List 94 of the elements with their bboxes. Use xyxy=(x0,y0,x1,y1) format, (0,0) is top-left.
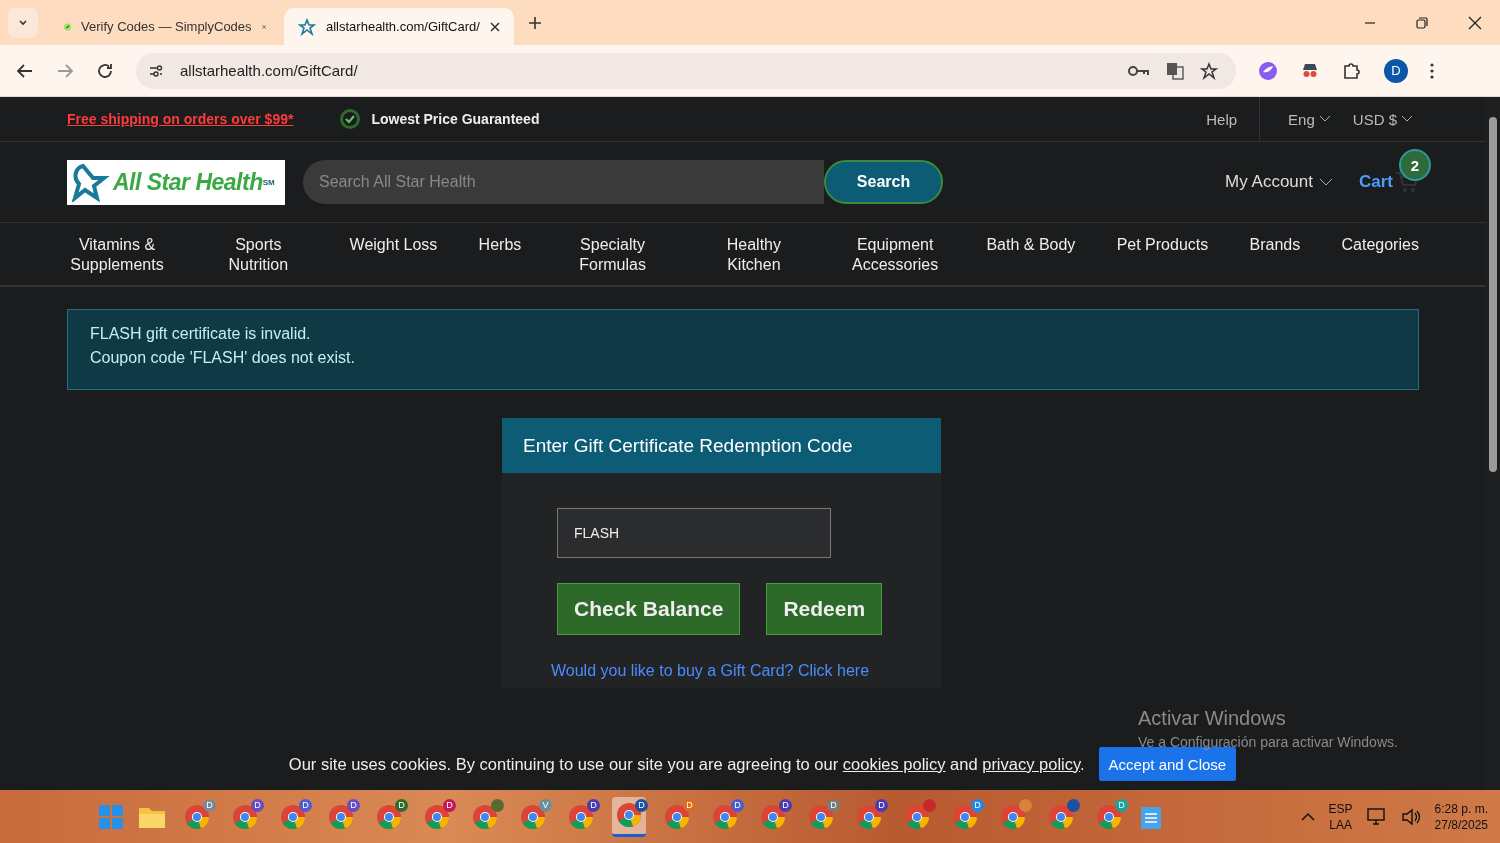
new-tab-icon[interactable] xyxy=(528,15,542,30)
browser-taskbar-button[interactable]: D xyxy=(420,796,454,837)
star-logo-icon xyxy=(298,17,316,36)
browser-taskbar-button[interactable]: D xyxy=(372,796,406,837)
search-button[interactable]: Search xyxy=(824,160,943,204)
close-icon[interactable] xyxy=(1468,15,1482,30)
browser-taskbar-button[interactable]: D xyxy=(852,796,886,837)
caret-icon xyxy=(1319,178,1333,186)
browser-taskbar-button[interactable]: D xyxy=(228,796,262,837)
code-field[interactable]: FLASH xyxy=(557,508,831,558)
nav-item[interactable]: Bath & Body xyxy=(986,235,1076,255)
nav-item[interactable]: Weight Loss xyxy=(349,235,438,255)
browser-taskbar-button[interactable]: D xyxy=(564,796,598,837)
star-icon[interactable] xyxy=(1200,61,1218,80)
browser-taskbar-button[interactable]: V xyxy=(516,796,550,837)
activation-title: Activar Windows xyxy=(1138,707,1287,730)
browser-taskbar-button[interactable]: D xyxy=(804,796,838,837)
guarantee-text: Lowest Price Guaranteed xyxy=(371,111,540,127)
profile-badge: V xyxy=(539,798,552,812)
start-icon[interactable] xyxy=(98,803,124,830)
caret-icon xyxy=(1401,115,1413,123)
help-link[interactable]: Help xyxy=(1206,110,1250,128)
clock-date[interactable]: 27/8/2025 xyxy=(1434,816,1488,833)
clock-time[interactable]: 6:28 p. m. xyxy=(1434,800,1488,817)
nav-item[interactable]: Specialty Formulas xyxy=(562,235,663,275)
language-code[interactable]: ESP xyxy=(1328,800,1353,817)
profile-badge: D xyxy=(251,798,264,812)
extension-icon[interactable] xyxy=(1258,60,1278,81)
cart-count-badge: 2 xyxy=(1399,149,1431,181)
error-message: Coupon code 'FLASH' does not exist. xyxy=(90,349,356,367)
profile-badge: D xyxy=(203,798,216,812)
currency-dropdown[interactable]: USD $ xyxy=(1346,109,1419,129)
chevron-up-icon[interactable] xyxy=(1300,811,1315,822)
profile-badge: D xyxy=(779,798,792,812)
profile-badge: D xyxy=(347,798,360,812)
keyboard-layout[interactable]: LAA xyxy=(1329,816,1352,833)
browser-taskbar-button[interactable]: D xyxy=(756,796,790,837)
profile-badge: D xyxy=(683,798,696,812)
activation-text: Ve a Configuración para activar Windows. xyxy=(1138,734,1398,750)
search-field[interactable]: Search All Star Health xyxy=(303,160,824,204)
profile-badge: D xyxy=(875,798,888,812)
redeem-button[interactable]: Redeem xyxy=(766,583,883,635)
profile-badge: D xyxy=(971,798,984,812)
cart-link[interactable]: Cart xyxy=(1359,172,1393,192)
menu-icon[interactable] xyxy=(1430,62,1434,79)
profile-badge: D xyxy=(731,798,744,812)
cookies-policy-link[interactable]: cookies policy xyxy=(842,754,946,773)
profile-badge: D xyxy=(443,798,456,812)
privacy-policy-link[interactable]: privacy policy xyxy=(982,754,1080,773)
nav-item[interactable]: Herbs xyxy=(478,235,522,255)
browser-taskbar-button[interactable]: D xyxy=(276,796,310,837)
nav-item[interactable]: Pet Products xyxy=(1116,235,1209,255)
forward-icon[interactable] xyxy=(56,61,74,80)
browser-taskbar-button[interactable]: D xyxy=(708,796,742,837)
profile-badge: D xyxy=(587,798,600,812)
key-icon[interactable] xyxy=(1128,63,1150,78)
profile-avatar[interactable]: D xyxy=(1384,58,1408,83)
store-logo[interactable]: All Star Health$^{SM}$ xyxy=(67,159,285,205)
nav-item[interactable]: Equipment Accessories xyxy=(845,235,946,275)
buy-gift-card-link[interactable]: Would you like to buy a Gift Card? Click here xyxy=(551,662,941,680)
browser-taskbar-button[interactable]: D xyxy=(324,796,358,837)
site-settings-icon[interactable] xyxy=(148,62,164,79)
reload-icon[interactable] xyxy=(96,61,114,80)
close-icon[interactable] xyxy=(490,21,500,32)
error-message: FLASH gift certificate is invalid. xyxy=(90,325,312,343)
panel-header: Enter Gift Certificate Redemption Code xyxy=(502,418,941,473)
profile-badge: D xyxy=(395,798,408,812)
browser-tab[interactable]: allstarhealth.com/GiftCard/ xyxy=(284,8,514,45)
free-shipping-link[interactable]: Free shipping on orders over $99* xyxy=(67,111,294,127)
profile-badge: D xyxy=(827,798,840,812)
browser-taskbar-button[interactable]: D xyxy=(948,796,982,837)
nav-item[interactable]: Categories xyxy=(1341,235,1419,255)
puzzle-icon[interactable] xyxy=(1342,60,1362,81)
profile-badge: D xyxy=(299,798,312,812)
browser-taskbar-button[interactable]: D xyxy=(612,796,646,837)
nav-item[interactable]: Sports Nutrition xyxy=(208,235,309,275)
back-icon[interactable] xyxy=(16,61,34,80)
language-dropdown[interactable]: Eng xyxy=(1282,109,1337,129)
caret-icon xyxy=(1318,115,1331,123)
nav-item[interactable]: Brands xyxy=(1249,235,1301,255)
check-balance-button[interactable]: Check Balance xyxy=(557,583,741,635)
cookie-notice: Our site uses cookies. By continuing to use our site you are agreeing to our cookies policy and privacy policy. xyxy=(288,754,1085,774)
address-bar[interactable]: allstarhealth.com/GiftCard/ xyxy=(136,52,1236,89)
account-dropdown[interactable]: My Account xyxy=(1219,171,1339,193)
restore-icon[interactable] xyxy=(1416,16,1428,29)
browser-taskbar-button[interactable]: D xyxy=(180,796,214,837)
profile-badge: D xyxy=(635,798,648,812)
nav-item[interactable]: Healthy Kitchen xyxy=(703,235,804,275)
profile-badge: D xyxy=(1115,798,1128,812)
nav-item[interactable]: Vitamins & Supplements xyxy=(67,235,167,275)
badge-check-icon xyxy=(339,108,362,130)
browser-tab[interactable]: Verify Codes — SimplyCodes xyxy=(50,8,280,45)
network-icon[interactable] xyxy=(1366,807,1387,826)
volume-icon[interactable] xyxy=(1400,807,1421,826)
